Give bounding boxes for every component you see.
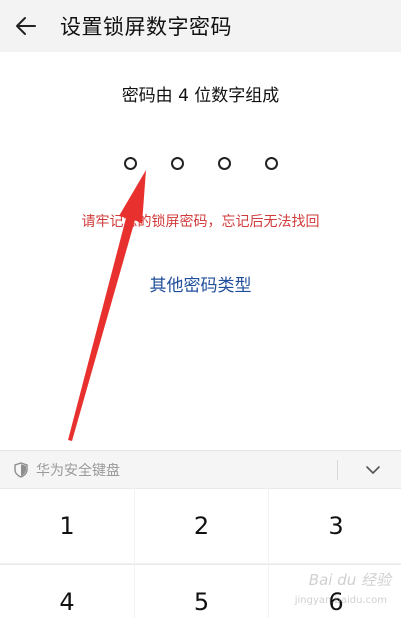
app-header: 设置锁屏数字密码: [0, 0, 401, 52]
pin-dot: [123, 157, 137, 170]
key-4[interactable]: 4: [0, 564, 134, 618]
pin-dot: [217, 157, 231, 170]
other-password-type-link[interactable]: 其他密码类型: [0, 271, 401, 296]
back-button[interactable]: [0, 0, 52, 52]
page-title: 设置锁屏数字密码: [60, 15, 232, 39]
numeric-keypad: 1 2 3 4 5 6: [0, 488, 401, 618]
key-6[interactable]: 6: [269, 564, 401, 618]
pin-hint: 密码由 4 位数字组成: [121, 86, 280, 106]
chevron-down-icon: [366, 466, 380, 474]
arrow-left-icon: [16, 17, 36, 35]
key-3[interactable]: 3: [269, 488, 401, 563]
lock-screen-pin-setup: 设置锁屏数字密码 密码由 4 位数字组成 请牢记您的锁屏密码，忘记后无法找回 其…: [0, 0, 401, 618]
warning-text: 请牢记您的锁屏密码，忘记后无法找回: [81, 214, 320, 230]
pin-indicator: [0, 157, 401, 170]
collapse-keyboard-button[interactable]: [355, 451, 391, 489]
key-5[interactable]: 5: [135, 564, 268, 618]
divider: [337, 460, 338, 480]
pin-dot: [264, 157, 278, 170]
keyboard-label: 华为安全键盘: [36, 462, 120, 479]
pin-dot: [170, 157, 184, 170]
key-2[interactable]: 2: [135, 488, 268, 563]
secure-keyboard-bar: 华为安全键盘: [0, 450, 401, 488]
key-1[interactable]: 1: [0, 488, 134, 563]
shield-icon: [14, 461, 28, 478]
